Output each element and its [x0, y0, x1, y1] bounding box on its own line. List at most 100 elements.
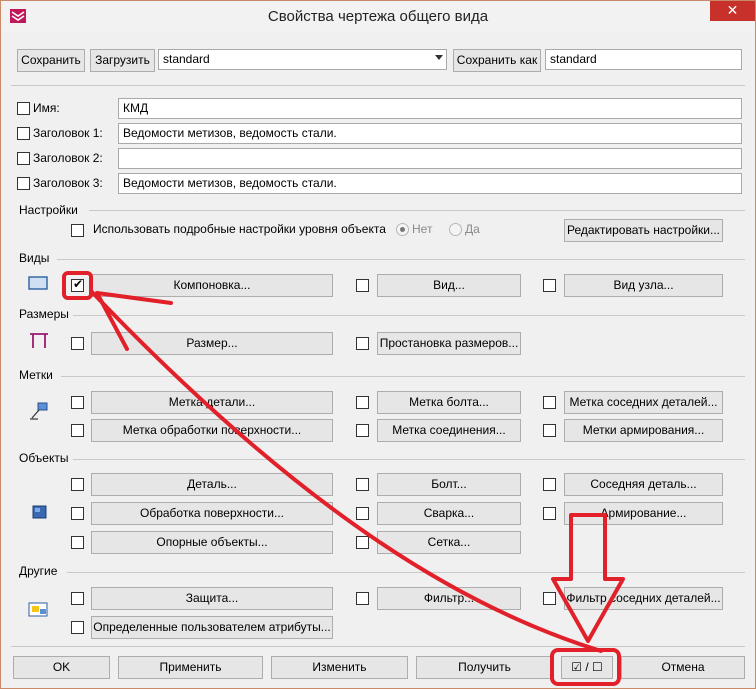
- surface-treatment-button[interactable]: Обработка поверхности...: [91, 502, 333, 525]
- bolt-button[interactable]: Болт...: [377, 473, 521, 496]
- connection-mark-checkbox[interactable]: [356, 424, 369, 437]
- section-dimensions: Размеры: [19, 307, 69, 321]
- part-mark-checkbox[interactable]: [71, 396, 84, 409]
- reinforcement-button[interactable]: Армирование...: [564, 502, 723, 525]
- dialog-window: Свойства чертежа общего вида ✕ Сохранить…: [0, 0, 756, 689]
- separator: [57, 259, 745, 260]
- separator: [67, 572, 745, 573]
- object-cube-icon: [32, 505, 47, 519]
- name-input[interactable]: КМД: [118, 98, 742, 119]
- separator: [73, 459, 745, 460]
- apply-button[interactable]: Применить: [118, 656, 263, 679]
- name-checkbox[interactable]: [17, 102, 30, 115]
- part-mark-button[interactable]: Метка детали...: [91, 391, 333, 414]
- ok-button[interactable]: OK: [13, 656, 110, 679]
- separator: [89, 210, 745, 211]
- load-button[interactable]: Загрузить: [90, 49, 155, 72]
- separator: [61, 376, 745, 377]
- annotation-down-arrow: [551, 513, 625, 643]
- section-other: Другие: [19, 564, 58, 578]
- connection-mark-button[interactable]: Метка соединения...: [377, 419, 521, 442]
- weld-checkbox[interactable]: [356, 507, 369, 520]
- window-title: Свойства чертежа общего вида: [267, 8, 489, 25]
- reference-objects-button[interactable]: Опорные объекты...: [91, 531, 333, 554]
- view-button[interactable]: Вид...: [377, 274, 521, 297]
- weld-button[interactable]: Сварка...: [377, 502, 521, 525]
- part-button[interactable]: Деталь...: [91, 473, 333, 496]
- part-checkbox[interactable]: [71, 478, 84, 491]
- get-button[interactable]: Получить: [416, 656, 553, 679]
- preset-value: standard: [163, 52, 210, 66]
- other-objects-icon: [28, 602, 48, 617]
- radio-yes-label: Да: [465, 222, 480, 236]
- neighbor-mark-button[interactable]: Метка соседних деталей...: [564, 391, 723, 414]
- separator: [73, 315, 745, 316]
- mark-icon: [30, 402, 48, 420]
- title3-label: Заголовок 3:: [33, 176, 103, 190]
- name-label: Имя:: [33, 101, 60, 115]
- save-as-input[interactable]: standard: [545, 49, 742, 70]
- view-checkbox[interactable]: [356, 279, 369, 292]
- preset-select[interactable]: standard: [158, 49, 447, 70]
- separator: [11, 646, 745, 647]
- save-button[interactable]: Сохранить: [17, 49, 85, 72]
- separator: [11, 85, 745, 86]
- title2-input[interactable]: [118, 148, 742, 169]
- surface-mark-checkbox[interactable]: [71, 424, 84, 437]
- reinforcement-marks-button[interactable]: Метки армирования...: [564, 419, 723, 442]
- placement-checkbox[interactable]: [356, 337, 369, 350]
- reinforcement-checkbox[interactable]: [543, 507, 556, 520]
- bolt-checkbox[interactable]: [356, 478, 369, 491]
- dimension-button[interactable]: Размер...: [91, 332, 333, 355]
- grid-checkbox[interactable]: [356, 536, 369, 549]
- section-views: Виды: [19, 251, 50, 265]
- neighbor-filter-button[interactable]: Фильтр соседних деталей...: [564, 587, 723, 610]
- section-objects: Объекты: [19, 451, 69, 465]
- modify-button[interactable]: Изменить: [271, 656, 408, 679]
- edit-settings-button[interactable]: Редактировать настройки...: [564, 219, 723, 242]
- protection-button[interactable]: Защита...: [91, 587, 333, 610]
- grid-button[interactable]: Сетка...: [377, 531, 521, 554]
- title1-input[interactable]: Ведомости метизов, ведомость стали.: [118, 123, 742, 144]
- title3-input[interactable]: Ведомости метизов, ведомость стали.: [118, 173, 742, 194]
- layout-checkbox[interactable]: [71, 277, 84, 292]
- placement-button[interactable]: Простановка размеров...: [377, 332, 521, 355]
- bolt-mark-button[interactable]: Метка болта...: [377, 391, 521, 414]
- user-attributes-button[interactable]: Определенные пользователем атрибуты...: [91, 616, 333, 639]
- reinforcement-marks-checkbox[interactable]: [543, 424, 556, 437]
- toggle-all-button[interactable]: ☑ / ☐: [561, 656, 613, 679]
- view-window-icon: [28, 276, 48, 290]
- neighbor-filter-checkbox[interactable]: [543, 592, 556, 605]
- title1-checkbox[interactable]: [17, 127, 30, 140]
- neighbor-part-checkbox[interactable]: [543, 478, 556, 491]
- surface-treatment-checkbox[interactable]: [71, 507, 84, 520]
- close-button[interactable]: ✕: [710, 1, 755, 21]
- title1-label: Заголовок 1:: [33, 126, 103, 140]
- section-marks: Метки: [19, 368, 53, 382]
- protection-checkbox[interactable]: [71, 592, 84, 605]
- neighbor-mark-checkbox[interactable]: [543, 396, 556, 409]
- title2-label: Заголовок 2:: [33, 151, 103, 165]
- save-as-button[interactable]: Сохранить как: [453, 49, 541, 72]
- reference-objects-checkbox[interactable]: [71, 536, 84, 549]
- neighbor-part-button[interactable]: Соседняя деталь...: [564, 473, 723, 496]
- node-view-button[interactable]: Вид узла...: [564, 274, 723, 297]
- bolt-mark-checkbox[interactable]: [356, 396, 369, 409]
- filter-button[interactable]: Фильтр...: [377, 587, 521, 610]
- title3-checkbox[interactable]: [17, 177, 30, 190]
- radio-yes[interactable]: [449, 223, 462, 236]
- layout-button[interactable]: Компоновка...: [91, 274, 333, 297]
- surface-mark-button[interactable]: Метка обработки поверхности...: [91, 419, 333, 442]
- dimension-icon: [30, 333, 48, 348]
- detailed-settings-checkbox[interactable]: [71, 224, 84, 237]
- detailed-settings-label: Использовать подробные настройки уровня …: [93, 222, 386, 236]
- radio-no[interactable]: [396, 223, 409, 236]
- dimension-checkbox[interactable]: [71, 337, 84, 350]
- filter-checkbox[interactable]: [356, 592, 369, 605]
- title-bar: Свойства чертежа общего вида ✕: [1, 1, 755, 31]
- title2-checkbox[interactable]: [17, 152, 30, 165]
- node-view-checkbox[interactable]: [543, 279, 556, 292]
- user-attributes-checkbox[interactable]: [71, 621, 84, 634]
- cancel-button[interactable]: Отмена: [621, 656, 745, 679]
- radio-no-label: Нет: [412, 222, 433, 236]
